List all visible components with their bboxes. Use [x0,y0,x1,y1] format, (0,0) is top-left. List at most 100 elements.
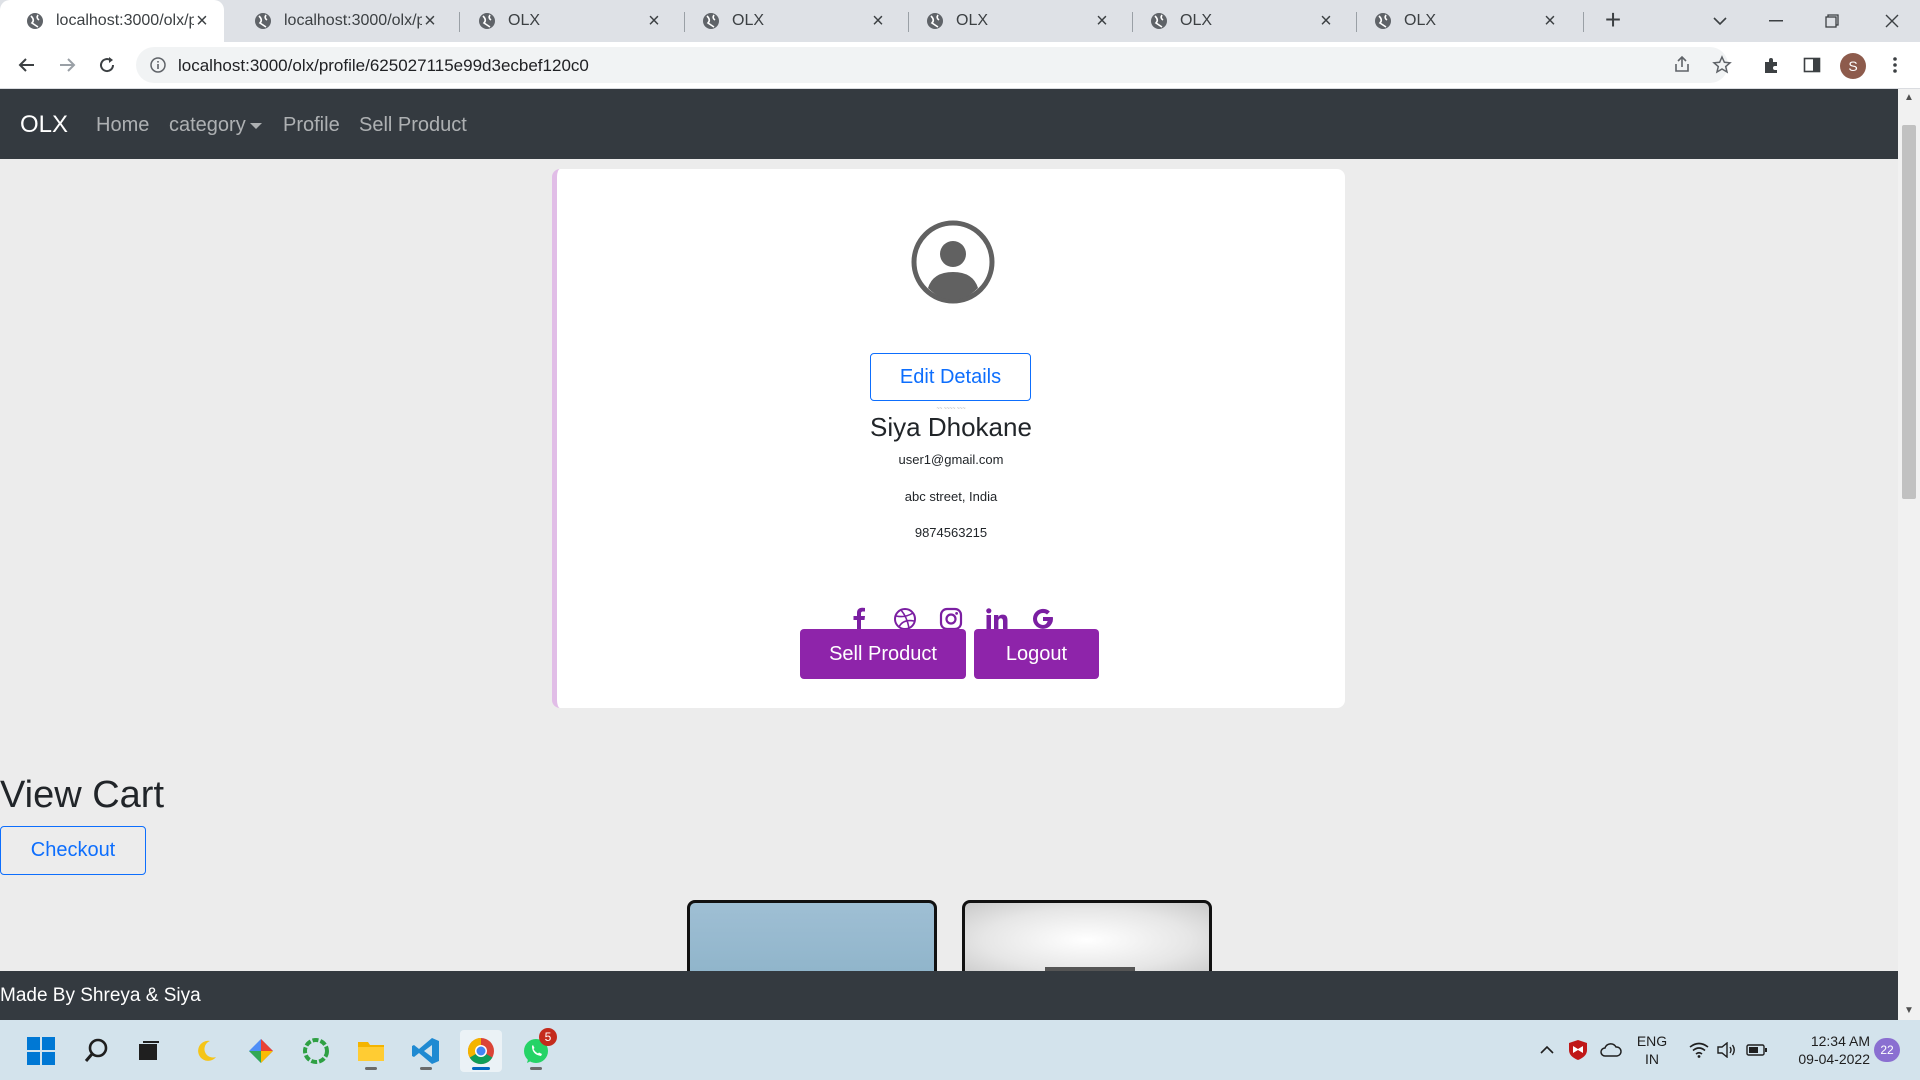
profile-card: ~~ ~~~~ ~~~ Edit Details Siya Dhokane us… [552,169,1345,708]
task-view-icon [139,1041,159,1060]
close-tab-icon[interactable]: × [870,11,886,31]
nav-home[interactable]: Home [96,114,149,137]
cloud-icon [1600,1043,1622,1057]
mcafee-tray-button[interactable] [1566,1020,1590,1080]
nav-category-dropdown[interactable]: category [169,114,262,137]
close-tab-icon[interactable]: × [194,11,210,31]
checkout-button[interactable]: Checkout [0,826,146,875]
share-icon [1675,55,1689,72]
restore-button[interactable] [1804,0,1860,42]
scrollbar-thumb[interactable] [1902,125,1916,499]
close-tab-icon[interactable]: × [1542,11,1558,31]
show-hidden-icons-button[interactable] [1536,1020,1558,1080]
search-icon [84,1038,108,1062]
tab-search-button[interactable] [1692,0,1748,42]
scroll-down-icon[interactable]: ▼ [1898,1002,1920,1020]
back-button[interactable] [12,50,42,80]
onedrive-tray-button[interactable] [1598,1020,1624,1080]
battery-tray-button[interactable] [1744,1020,1770,1080]
browser-toolbar: localhost:3000/olx/profile/625027115e99d… [0,42,1920,89]
app-icon [249,1039,273,1063]
extensions-button[interactable] [1759,52,1785,78]
clock-time: 12:34 AM [1810,1033,1870,1049]
footer-text: Made By Shreya & Siya [0,985,201,1006]
tab-separator [1583,12,1584,32]
view-cart-heading: View Cart [0,774,165,816]
address-bar[interactable]: localhost:3000/olx/profile/625027115e99d… [136,47,1728,83]
star-icon [1712,55,1732,74]
reload-button[interactable] [92,50,122,80]
close-tab-icon[interactable]: × [1094,11,1110,31]
page-scrollbar[interactable]: ▲ ▼ [1898,89,1920,1020]
tab-olx-3[interactable]: OLX × [900,0,1124,42]
globe-icon [1375,13,1391,29]
chevron-up-icon [1540,1045,1554,1054]
browser-menu-button[interactable] [1882,52,1908,78]
tab-olx-5[interactable]: OLX × [1348,0,1572,42]
close-tab-icon[interactable]: × [1318,11,1334,31]
vscode-icon [412,1038,439,1064]
weather-widget-button[interactable] [185,1030,227,1072]
wifi-tray-button[interactable] [1686,1020,1712,1080]
circle-app-icon [303,1038,329,1064]
globe-icon [1151,13,1167,29]
share-button[interactable] [1669,52,1695,78]
chevron-down-icon [1713,17,1727,26]
forward-button[interactable] [52,50,82,80]
system-clock[interactable]: 12:34 AM 09-04-2022 [1780,1032,1870,1068]
mcafee-shield-icon [1569,1040,1587,1060]
scroll-up-icon[interactable]: ▲ [1898,89,1920,107]
site-navbar: OLX Home category Profile Sell Product [0,89,1898,159]
windows-start-button[interactable] [20,1030,62,1072]
close-tab-icon[interactable]: × [422,11,438,31]
nav-profile[interactable]: Profile [283,114,340,137]
clock-date: 09-04-2022 [1798,1051,1870,1067]
globe-icon [703,13,719,29]
new-tab-button[interactable]: + [1598,6,1628,36]
taskbar-search-button[interactable] [76,1030,118,1072]
cart-item-card[interactable] [687,900,937,980]
tab-title: localhost:3000/olx/profile [56,12,194,29]
chrome-icon [467,1037,494,1065]
tab-olx-2[interactable]: OLX × [676,0,900,42]
vscode-button[interactable] [405,1030,447,1072]
taskbar-circle-app-button[interactable] [295,1030,337,1072]
site-info-icon[interactable] [149,56,167,74]
sell-product-button[interactable]: Sell Product [800,629,966,679]
close-window-button[interactable] [1864,0,1920,42]
edit-details-button[interactable]: Edit Details [870,353,1031,401]
volume-tray-button[interactable] [1714,1020,1740,1080]
running-indicator [530,1067,542,1070]
puzzle-icon [1765,58,1777,73]
windows-start-icon [27,1037,55,1065]
wifi-icon [1689,1042,1709,1058]
tab-profile-2[interactable]: localhost:3000/olx/profile × [228,0,452,42]
file-explorer-button[interactable] [350,1030,392,1072]
brand-logo[interactable]: OLX [20,111,68,139]
tab-title: OLX [1180,12,1213,29]
url-text: localhost:3000/olx/profile/625027115e99d… [178,56,589,75]
weather-icon [198,1040,216,1061]
cart-item-card[interactable] [962,900,1212,980]
notification-badge[interactable]: 22 [1874,1038,1900,1062]
speaker-icon [1717,1042,1735,1058]
chrome-button[interactable] [460,1030,502,1072]
task-view-button[interactable] [128,1030,170,1072]
bookmark-button[interactable] [1709,52,1735,78]
battery-icon [1746,1044,1767,1056]
language-indicator[interactable]: ENG IN [1636,1032,1668,1068]
side-panel-button[interactable] [1799,52,1825,78]
logout-button[interactable]: Logout [974,629,1099,679]
taskbar-app-button[interactable] [240,1030,282,1072]
minimize-button[interactable] [1748,0,1804,42]
whatsapp-button[interactable]: 5 [515,1028,557,1072]
running-indicator [365,1067,377,1070]
tab-profile-active[interactable]: localhost:3000/olx/profile × [0,0,224,42]
tab-olx-4[interactable]: OLX × [1124,0,1348,42]
tab-olx-1[interactable]: OLX × [452,0,676,42]
nav-sell-product[interactable]: Sell Product [359,114,467,137]
close-tab-icon[interactable]: × [646,11,662,31]
kebab-menu-icon [1893,57,1897,73]
restore-icon [1825,14,1839,28]
browser-profile-avatar[interactable]: S [1840,53,1866,79]
